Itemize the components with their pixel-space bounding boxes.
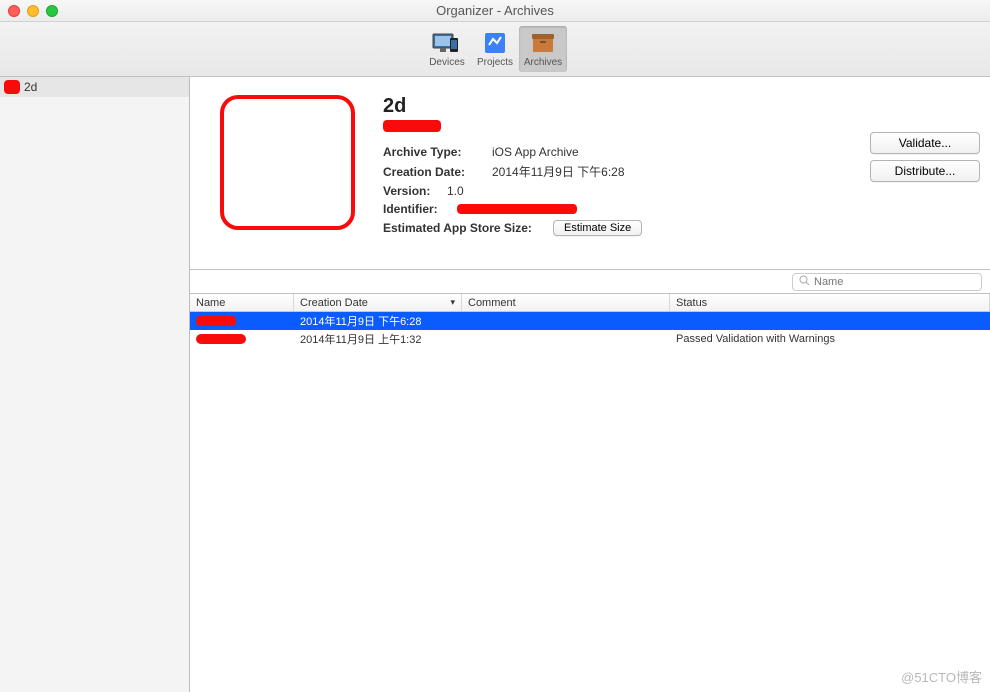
table-row[interactable]: 2014年11月9日 上午1:32 Passed Validation with… bbox=[190, 330, 990, 348]
window-title: Organizer - Archives bbox=[436, 3, 554, 18]
label-est-size: Estimated App Store Size: bbox=[383, 221, 553, 235]
search-field[interactable] bbox=[792, 273, 982, 291]
redacted-identifier bbox=[457, 204, 577, 214]
redacted-icon bbox=[4, 80, 20, 94]
sidebar: 2d bbox=[0, 77, 190, 692]
tab-archives-label: Archives bbox=[524, 57, 562, 68]
tab-projects[interactable]: Projects bbox=[471, 26, 519, 72]
minimize-icon[interactable] bbox=[27, 5, 39, 17]
projects-icon bbox=[480, 31, 510, 55]
col-header-comment[interactable]: Comment bbox=[462, 294, 670, 311]
label-archive-type: Archive Type: bbox=[383, 145, 488, 159]
redacted-name bbox=[196, 316, 236, 326]
col-header-date-label: Creation Date bbox=[300, 297, 368, 309]
redacted-name bbox=[196, 334, 246, 344]
distribute-button[interactable]: Distribute... bbox=[870, 160, 980, 182]
tab-projects-label: Projects bbox=[477, 57, 513, 68]
col-header-status[interactable]: Status bbox=[670, 294, 990, 311]
sidebar-item-label: 2d bbox=[24, 80, 37, 94]
value-archive-type: iOS App Archive bbox=[492, 145, 579, 159]
redacted-subtitle bbox=[383, 120, 441, 132]
devices-icon bbox=[432, 31, 462, 55]
validate-button[interactable]: Validate... bbox=[870, 132, 980, 154]
label-version: Version: bbox=[383, 184, 443, 198]
cell-status: Passed Validation with Warnings bbox=[670, 331, 990, 347]
app-icon bbox=[220, 95, 355, 230]
tab-devices-label: Devices bbox=[429, 57, 465, 68]
cell-date: 2014年11月9日 下午6:28 bbox=[294, 311, 462, 331]
detail-pane: 2d Archive Type: iOS App Archive Creatio… bbox=[190, 77, 990, 270]
toolbar-segment: Devices Projects Archives bbox=[423, 26, 567, 72]
archive-table: Name Creation Date ▾ Comment Status 2014… bbox=[190, 294, 990, 692]
estimate-size-button[interactable]: Estimate Size bbox=[553, 220, 642, 236]
value-creation-date: 2014年11月9日 下午6:28 bbox=[492, 163, 625, 180]
col-header-name[interactable]: Name bbox=[190, 294, 294, 311]
label-creation-date: Creation Date: bbox=[383, 165, 488, 179]
table-header: Name Creation Date ▾ Comment Status bbox=[190, 294, 990, 312]
search-row bbox=[190, 270, 990, 294]
titlebar: Organizer - Archives bbox=[0, 0, 990, 22]
tab-devices[interactable]: Devices bbox=[423, 26, 471, 72]
chevron-down-icon: ▾ bbox=[450, 297, 455, 308]
cell-comment bbox=[462, 337, 670, 341]
value-version: 1.0 bbox=[447, 184, 464, 198]
search-icon bbox=[799, 275, 810, 289]
maximize-icon[interactable] bbox=[46, 5, 58, 17]
table-row[interactable]: 2014年11月9日 下午6:28 bbox=[190, 312, 990, 330]
search-input[interactable] bbox=[814, 276, 975, 288]
label-identifier: Identifier: bbox=[383, 202, 453, 216]
cell-comment bbox=[462, 319, 670, 323]
content-area: 2d Archive Type: iOS App Archive Creatio… bbox=[190, 77, 990, 692]
window-controls bbox=[8, 5, 58, 17]
watermark: @51CTO博客 bbox=[901, 667, 982, 686]
cell-status bbox=[670, 319, 990, 323]
close-icon[interactable] bbox=[8, 5, 20, 17]
col-header-date[interactable]: Creation Date ▾ bbox=[294, 294, 462, 311]
archives-icon bbox=[528, 31, 558, 55]
toolbar: Devices Projects Archives bbox=[0, 22, 990, 77]
archive-title: 2d bbox=[383, 95, 970, 118]
sidebar-item-app[interactable]: 2d bbox=[0, 77, 189, 97]
cell-date: 2014年11月9日 上午1:32 bbox=[294, 329, 462, 349]
tab-archives[interactable]: Archives bbox=[519, 26, 567, 72]
